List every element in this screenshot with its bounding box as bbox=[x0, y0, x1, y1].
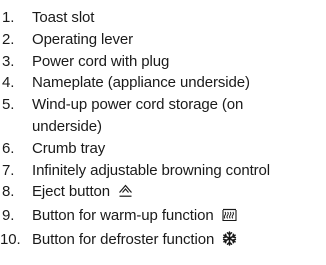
part-item-6: 6. Crumb tray bbox=[0, 138, 326, 160]
part-label: Toast slot bbox=[32, 9, 95, 26]
part-text: Eject button bbox=[32, 181, 326, 205]
part-item-7: 7. Infinitely adjustable browning contro… bbox=[0, 160, 326, 182]
part-text: Button for warm-up function bbox=[32, 205, 326, 229]
part-label: Button for defroster function bbox=[32, 230, 215, 248]
part-item-10: 10. Button for defroster function bbox=[0, 229, 326, 253]
part-number: 3. bbox=[2, 52, 15, 70]
part-item-3: 3. Power cord with plug bbox=[0, 51, 326, 73]
part-label: Nameplate (appliance underside) bbox=[32, 74, 250, 92]
part-label: Crumb tray bbox=[32, 139, 106, 157]
part-label: Operating lever bbox=[32, 30, 134, 48]
part-label: Infinitely adjustable browning control bbox=[32, 161, 271, 179]
defrost-snowflake-icon bbox=[222, 231, 237, 253]
part-item-5: 5. Wind-up power cord storage (on unders… bbox=[0, 94, 326, 138]
part-label: Wind-up power cord storage (on bbox=[32, 96, 244, 114]
part-number: 5. bbox=[2, 96, 15, 114]
part-number: 9. bbox=[2, 207, 15, 225]
part-number: 2. bbox=[2, 30, 15, 48]
part-label: Button for warm-up function bbox=[32, 207, 214, 225]
part-label: Eject button bbox=[32, 183, 111, 201]
parts-list: 1. Toast slot 2. Operating lever 3. Powe… bbox=[0, 0, 326, 253]
part-text: Wind-up power cord storage (on underside… bbox=[32, 94, 326, 138]
part-label-continuation: underside) bbox=[32, 117, 102, 135]
eject-symbol-icon bbox=[118, 183, 133, 205]
part-number: 8. bbox=[2, 183, 15, 201]
part-item-9: 9. Button for warm-up function bbox=[0, 205, 326, 229]
part-item-2: 2. Operating lever bbox=[0, 29, 326, 51]
part-number: 1. bbox=[2, 9, 15, 26]
part-item-1: 1. Toast slot bbox=[0, 7, 326, 29]
part-item-4: 4. Nameplate (appliance underside) bbox=[0, 72, 326, 94]
part-label: Power cord with plug bbox=[32, 52, 170, 70]
part-item-8: 8. Eject button bbox=[0, 181, 326, 205]
part-number: 6. bbox=[2, 139, 15, 157]
part-number: 7. bbox=[2, 161, 15, 179]
part-number: 10. bbox=[0, 230, 21, 248]
part-text: Button for defroster function bbox=[32, 229, 326, 253]
part-number: 4. bbox=[2, 74, 15, 92]
warm-up-symbol-icon bbox=[222, 207, 237, 229]
